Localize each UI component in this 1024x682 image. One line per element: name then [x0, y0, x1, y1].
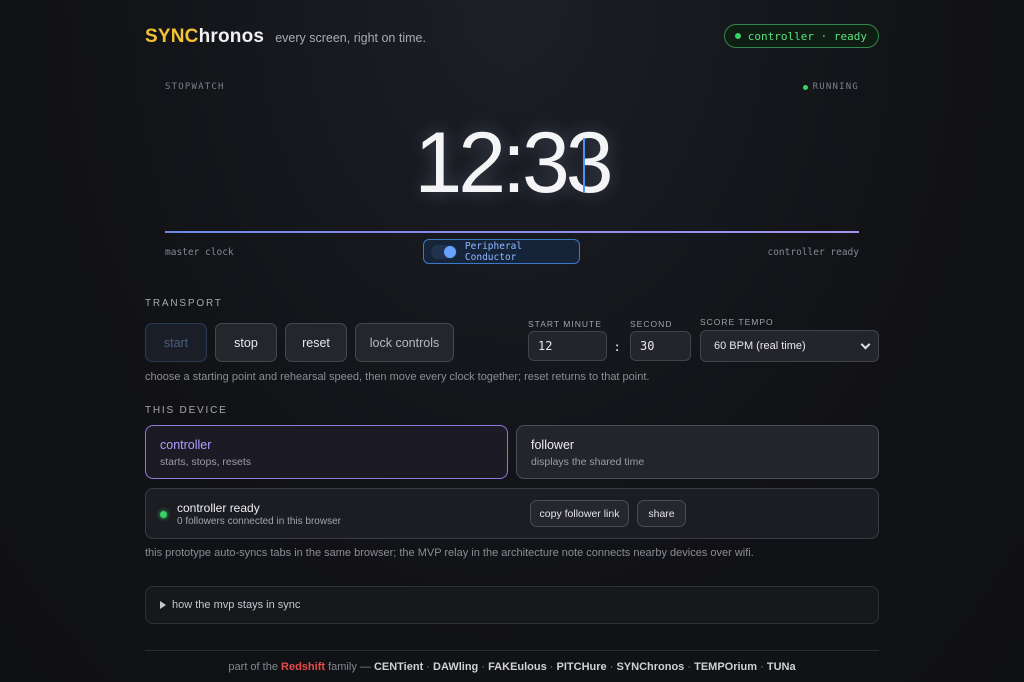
toggle-switch-icon — [431, 244, 457, 259]
clock-display: 12:33 — [414, 115, 613, 211]
footer-app-link[interactable]: DAWling — [433, 661, 478, 673]
device-status-subtitle: 0 followers connected in this browser — [177, 516, 341, 527]
mvp-sync-details[interactable]: how the mvp stays in sync — [145, 586, 879, 624]
footer-separator: · — [687, 661, 692, 673]
footer-family-suffix: family — — [328, 661, 371, 673]
start-minute-label: START MINUTE — [528, 319, 602, 329]
footer-separator: · — [426, 661, 430, 673]
score-tempo-value: 60 BPM (real time) — [714, 340, 806, 352]
start-button[interactable]: start — [145, 323, 207, 362]
brand: SYNChronos every screen, right on time. — [145, 26, 426, 48]
follower-role-card[interactable]: follower displays the shared time — [516, 425, 879, 479]
chevron-down-icon — [860, 339, 871, 349]
footer-divider — [145, 650, 879, 651]
clock-progress-bar — [165, 231, 859, 233]
tagline: every screen, right on time. — [275, 31, 426, 45]
running-text: RUNNING — [812, 82, 859, 92]
peripheral-conductor-label: Peripheral Conductor — [464, 240, 523, 263]
this-device-title: THIS DEVICE — [145, 405, 228, 416]
connection-status-pill: controller · ready — [723, 24, 879, 48]
running-dot-icon — [802, 84, 808, 90]
controller-ready-label: controller ready — [767, 247, 859, 258]
footer-separator: · — [481, 661, 485, 673]
score-tempo-label: SCORE TEMPO — [700, 317, 774, 327]
follower-role-description: displays the shared time — [531, 456, 645, 468]
footer-app-link[interactable]: CENTient — [374, 661, 423, 673]
running-indicator: RUNNING — [802, 82, 859, 92]
copy-follower-link-button[interactable]: copy follower link — [530, 500, 629, 527]
device-status-panel: controller ready 0 followers connected i… — [145, 488, 879, 539]
device-note: this prototype auto-syncs tabs in the sa… — [145, 547, 754, 559]
footer-app-link[interactable]: TEMPOrium — [694, 661, 757, 673]
share-button[interactable]: share — [637, 500, 686, 527]
footer-separator: · — [609, 661, 614, 673]
transport-hint: choose a starting point and rehearsal sp… — [145, 371, 650, 383]
second-label: SECOND — [630, 319, 673, 329]
controller-role-title: controller — [160, 438, 212, 452]
device-status-title: controller ready — [177, 501, 260, 515]
time-separator: : — [615, 339, 620, 354]
brand-rest: hronos — [198, 26, 265, 47]
status-dot-icon — [734, 33, 741, 39]
status-dot-icon — [160, 511, 167, 518]
footer: part of the Redshift family — CENTient ·… — [0, 661, 1024, 673]
master-clock-label: master clock — [165, 247, 234, 258]
mvp-sync-summary: how the mvp stays in sync — [172, 599, 301, 611]
peripheral-conductor-toggle[interactable]: Peripheral Conductor — [423, 239, 580, 264]
connection-status-text: controller · ready — [747, 29, 867, 43]
footer-separator: · — [760, 661, 764, 673]
clock-cursor — [583, 138, 585, 192]
footer-app-link[interactable]: FAKEulous — [488, 661, 547, 673]
footer-app-link[interactable]: PITCHure — [557, 661, 607, 673]
redshift-link[interactable]: Redshift — [281, 661, 325, 673]
brand-sync: SYNC — [145, 26, 199, 47]
brand-logo: SYNChronos — [145, 26, 264, 48]
lock-controls-button[interactable]: lock controls — [355, 323, 454, 362]
footer-prefix: part of the — [228, 661, 278, 673]
follower-role-title: follower — [531, 438, 575, 452]
score-tempo-select[interactable]: 60 BPM (real time) — [700, 330, 879, 362]
controller-role-card[interactable]: controller starts, stops, resets — [145, 425, 508, 479]
stopwatch-label: STOPWATCH — [165, 82, 225, 92]
reset-button[interactable]: reset — [285, 323, 347, 362]
stop-button[interactable]: stop — [215, 323, 277, 362]
transport-title: TRANSPORT — [145, 298, 223, 309]
controller-role-description: starts, stops, resets — [160, 456, 252, 468]
footer-separator: · — [549, 661, 554, 673]
footer-app-link[interactable]: TUNa — [767, 661, 796, 673]
second-input[interactable]: 30 — [630, 331, 691, 361]
footer-app-link[interactable]: SYNChronos — [616, 661, 684, 673]
disclosure-triangle-icon — [160, 601, 166, 609]
start-minute-input[interactable]: 12 — [528, 331, 607, 361]
